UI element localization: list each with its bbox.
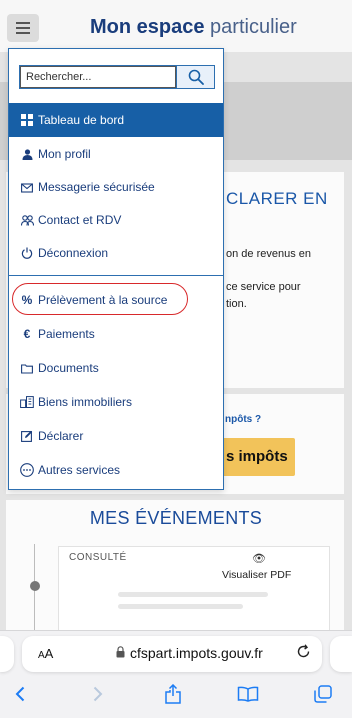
menu-item-biens[interactable]: Biens immobiliers bbox=[9, 385, 223, 419]
menu-divider bbox=[9, 275, 223, 276]
power-icon bbox=[19, 247, 35, 259]
euro-icon: € bbox=[23, 327, 31, 341]
menu-item-declarer[interactable]: Déclarer bbox=[9, 419, 223, 453]
taxes-button[interactable]: s impôts bbox=[218, 438, 295, 476]
edit-icon bbox=[19, 430, 35, 442]
folder-icon bbox=[19, 363, 35, 374]
menu-item-label: Mon profil bbox=[38, 147, 91, 161]
declaration-card-text: ce service pour bbox=[226, 281, 301, 293]
text-size-button[interactable]: AA bbox=[38, 646, 53, 661]
menu-item-label: Messagerie sécurisée bbox=[38, 180, 155, 194]
declaration-card-text: on de revenus en bbox=[226, 248, 312, 260]
view-link[interactable]: Visualiser bbox=[222, 569, 267, 581]
tabs-icon[interactable] bbox=[312, 680, 334, 708]
menu-item-label: Autres services bbox=[38, 463, 121, 477]
menu-item-label: Contact et RDV bbox=[38, 213, 122, 227]
grid-icon bbox=[19, 114, 35, 126]
event-status: CONSULTÉ bbox=[69, 552, 127, 563]
people-icon bbox=[19, 214, 35, 226]
menu-item-contact-rdv[interactable]: Contact et RDV bbox=[9, 203, 223, 237]
menu-item-label: Prélèvement à la source bbox=[38, 293, 168, 307]
search-box bbox=[19, 65, 215, 89]
menu-item-label: Biens immobiliers bbox=[38, 395, 133, 409]
menu-item-prelevement[interactable]: % Prélèvement à la source bbox=[9, 283, 223, 317]
reload-icon[interactable] bbox=[296, 644, 311, 662]
more-icon bbox=[19, 463, 35, 477]
menu-item-mon-profil[interactable]: Mon profil bbox=[9, 137, 223, 171]
url-text: cfspart.impots.gouv.fr bbox=[130, 645, 263, 661]
blurred-text bbox=[118, 604, 243, 609]
hamburger-icon[interactable] bbox=[7, 14, 39, 42]
menu-item-label: Paiements bbox=[38, 327, 95, 341]
search-input[interactable] bbox=[20, 66, 176, 88]
declaration-card-title: CLARER EN bbox=[226, 189, 328, 208]
events-title: MES ÉVÉNEMENTS bbox=[89, 508, 263, 528]
previous-tab-stub[interactable] bbox=[0, 636, 14, 672]
search-icon[interactable] bbox=[176, 66, 214, 88]
menu-item-paiements[interactable]: € Paiements bbox=[9, 317, 223, 351]
forward-icon[interactable] bbox=[88, 680, 108, 708]
navigation-menu: Tableau de bord Mon profil Messagerie sé… bbox=[8, 48, 224, 490]
lock-icon bbox=[116, 645, 125, 661]
blurred-text bbox=[118, 592, 268, 597]
percent-icon: % bbox=[21, 293, 33, 307]
next-tab-stub[interactable] bbox=[330, 636, 352, 672]
taxes-question: npôts ? bbox=[225, 414, 262, 425]
page-title: Mon espace particulier bbox=[90, 16, 297, 38]
app-header: Mon espace particulier bbox=[0, 0, 352, 52]
envelope-icon bbox=[19, 182, 35, 193]
share-icon[interactable] bbox=[162, 680, 184, 708]
buildings-icon bbox=[19, 396, 35, 408]
menu-item-tableau-de-bord[interactable]: Tableau de bord bbox=[9, 103, 223, 137]
timeline-dot bbox=[30, 581, 40, 591]
eye-icon[interactable]: 👁 bbox=[252, 552, 266, 565]
event-actions: Visualiser PDF bbox=[222, 569, 291, 581]
menu-item-label: Déconnexion bbox=[38, 246, 109, 260]
url-display[interactable]: cfspart.impots.gouv.fr bbox=[116, 645, 263, 661]
pdf-link[interactable]: PDF bbox=[270, 569, 291, 581]
menu-item-documents[interactable]: Documents bbox=[9, 351, 223, 385]
menu-item-autres-services[interactable]: Autres services bbox=[9, 453, 223, 487]
menu-item-label: Tableau de bord bbox=[38, 113, 125, 127]
declaration-card-text: tion. bbox=[226, 298, 247, 310]
menu-item-label: Déclarer bbox=[38, 429, 84, 443]
menu-item-deconnexion[interactable]: Déconnexion bbox=[9, 236, 223, 270]
back-icon[interactable] bbox=[10, 680, 30, 708]
bookmarks-icon[interactable] bbox=[235, 680, 261, 708]
user-icon bbox=[19, 148, 35, 160]
menu-item-label: Documents bbox=[38, 361, 99, 375]
menu-item-messagerie[interactable]: Messagerie sécurisée bbox=[9, 170, 223, 204]
